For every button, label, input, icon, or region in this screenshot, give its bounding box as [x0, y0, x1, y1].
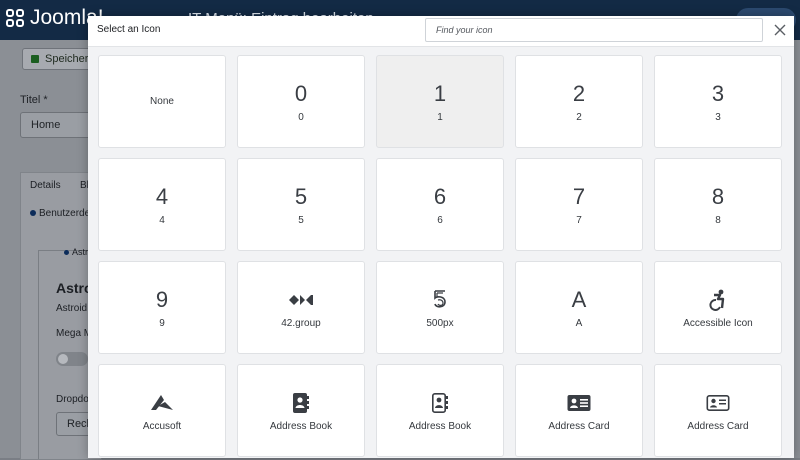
icon-label: Accessible Icon	[683, 318, 753, 329]
digit-3-icon: 3	[711, 81, 725, 106]
modal-header: Select an Icon	[88, 16, 794, 47]
icon-label: 8	[715, 215, 721, 226]
mega-menu-label: Mega M	[56, 328, 93, 339]
icon-tile-6[interactable]: 6 6	[376, 158, 504, 251]
icon-label: 9	[159, 318, 165, 329]
address-card-solid-icon	[567, 389, 591, 417]
icon-tile-8[interactable]: 8 8	[654, 158, 782, 251]
icon-label: 3	[715, 112, 721, 123]
astroid-subtext: Astroid	[56, 303, 88, 314]
icon-grid: None 0 0 1 1 2 2 3 3 4 4 5 5 6 6 7 7 8 8…	[98, 55, 782, 457]
dropdown-label: Dropdo	[56, 394, 89, 405]
icon-label: 7	[576, 215, 582, 226]
icon-picker-modal: Select an Icon None 0 0 1 1 2 2 3 3 4 4	[88, 16, 794, 458]
icon-label: 5	[298, 215, 304, 226]
digit-2-icon: 2	[572, 81, 586, 106]
icon-tile-address-card-solid[interactable]: Address Card	[515, 364, 643, 457]
icon-label: Address Card	[548, 421, 610, 432]
user-type-label: Benutzerde	[39, 208, 91, 219]
icon-label: 500px	[426, 318, 454, 329]
icon-tile-accessible[interactable]: Accessible Icon	[654, 261, 782, 354]
icon-label: 0	[298, 112, 304, 123]
digit-7-icon: 7	[572, 184, 586, 209]
icon-tile-500px[interactable]: 500px	[376, 261, 504, 354]
icon-label: None	[150, 96, 174, 107]
astroid-tab[interactable]: Astr	[64, 247, 88, 257]
icon-label: Accusoft	[142, 421, 182, 432]
address-book-regular-icon	[431, 389, 449, 417]
digit-0-icon: 0	[294, 81, 308, 106]
icon-label: 4	[159, 215, 165, 226]
astroid-tab-label: Astr	[72, 247, 89, 257]
42-group-icon	[288, 286, 314, 314]
icon-tile-none[interactable]: None	[98, 55, 226, 148]
accessible-icon	[708, 286, 728, 314]
icon-label: 2	[576, 112, 582, 123]
radio-dot-icon	[30, 210, 36, 217]
icon-tile-address-book-regular[interactable]: Address Book	[376, 364, 504, 457]
icon-label: Address Book	[408, 421, 472, 432]
icon-tile-1[interactable]: 1 1	[376, 55, 504, 148]
accusoft-icon	[149, 389, 175, 417]
icon-tile-4[interactable]: 4 4	[98, 158, 226, 251]
icon-tile-42-group[interactable]: 42.group	[237, 261, 365, 354]
digit-6-icon: 6	[433, 184, 447, 209]
user-type-radio[interactable]: Benutzerde	[30, 208, 90, 219]
close-icon[interactable]	[772, 22, 788, 38]
icon-label: 1	[437, 112, 443, 123]
digit-9-icon: 9	[155, 287, 169, 312]
icon-tile-address-card-regular[interactable]: Address Card	[654, 364, 782, 457]
500px-icon	[431, 286, 449, 314]
tab-details[interactable]: Details	[30, 180, 61, 191]
save-icon	[31, 55, 39, 63]
digit-4-icon: 4	[155, 184, 169, 209]
search-input[interactable]	[425, 18, 763, 42]
mega-menu-toggle[interactable]	[56, 352, 88, 366]
digit-8-icon: 8	[711, 184, 725, 209]
letter-a-icon: A	[571, 287, 587, 312]
icon-label: 42.group	[281, 318, 321, 329]
icon-tile-3[interactable]: 3 3	[654, 55, 782, 148]
icon-tile-address-book-solid[interactable]: Address Book	[237, 364, 365, 457]
icon-tile-2[interactable]: 2 2	[515, 55, 643, 148]
icon-tile-0[interactable]: 0 0	[237, 55, 365, 148]
icon-tile-a[interactable]: A A	[515, 261, 643, 354]
icon-label: 6	[437, 215, 443, 226]
address-card-regular-icon	[706, 389, 730, 417]
icon-label: Address Book	[269, 421, 333, 432]
astroid-dot-icon	[64, 250, 69, 256]
icon-tile-7[interactable]: 7 7	[515, 158, 643, 251]
icon-tile-5[interactable]: 5 5	[237, 158, 365, 251]
joomla-logo-icon	[6, 9, 24, 27]
icon-label: Address Card	[687, 421, 749, 432]
icon-tile-accusoft[interactable]: Accusoft	[98, 364, 226, 457]
title-label: Titel *	[20, 94, 48, 106]
icon-label: A	[575, 318, 583, 329]
modal-title: Select an Icon	[97, 24, 161, 35]
address-book-solid-icon	[292, 389, 310, 417]
digit-5-icon: 5	[294, 184, 308, 209]
digit-1-icon: 1	[433, 81, 447, 106]
icon-tile-9[interactable]: 9 9	[98, 261, 226, 354]
